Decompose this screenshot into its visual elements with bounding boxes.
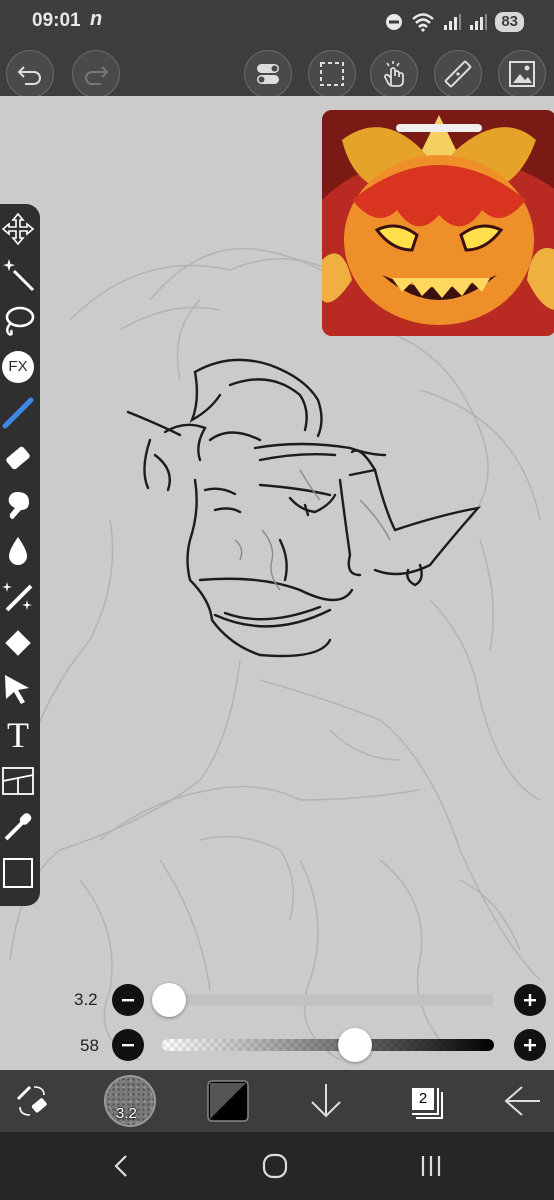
do-not-disturb-icon — [386, 14, 403, 30]
system-recents-button[interactable] — [406, 1146, 456, 1186]
toggle-icon — [257, 64, 279, 84]
system-home-button[interactable] — [250, 1146, 300, 1186]
back-button[interactable] — [498, 1070, 546, 1132]
color-picker-button[interactable] — [204, 1070, 252, 1132]
tool-panel: FX T — [0, 204, 40, 906]
brush-opacity-value: 58 — [80, 1036, 99, 1055]
opacity-decrease-button[interactable] — [112, 1029, 144, 1061]
brush-opacity-slider[interactable] — [162, 1039, 494, 1051]
layer-count: 2 — [412, 1088, 434, 1110]
layers-icon: 2 — [402, 1080, 444, 1122]
layers-button[interactable]: 2 — [398, 1070, 448, 1132]
tool-lasso[interactable] — [0, 302, 36, 340]
redo-button[interactable] — [72, 50, 120, 98]
selection-button[interactable] — [308, 50, 356, 98]
bottom-toolbar: 3.2 2 — [0, 1070, 554, 1132]
brush-size-knob[interactable] — [151, 983, 186, 1017]
brush-preview-icon: 3.2 — [104, 1075, 156, 1127]
battery-icon: 83 — [495, 12, 524, 32]
undo-button[interactable] — [6, 50, 54, 98]
status-bar: 09:01 n 83 — [0, 0, 554, 44]
smudge-icon — [8, 492, 29, 519]
brush-opacity-knob[interactable] — [337, 1028, 372, 1062]
magic-wand-icon — [3, 259, 35, 292]
arrow-down-icon — [311, 1084, 341, 1118]
brush-size-decrease-button[interactable] — [112, 984, 144, 1016]
special-brush-icon — [2, 582, 33, 612]
tool-frame-divider[interactable] — [0, 762, 36, 800]
lasso-icon — [5, 306, 35, 336]
brush-size-value: 3.2 — [74, 990, 98, 1009]
filter-label: FX — [8, 358, 28, 375]
tool-brush[interactable] — [0, 394, 36, 432]
canvas-icon — [3, 858, 33, 888]
tool-canvas[interactable] — [0, 854, 36, 892]
cursor-icon — [5, 675, 29, 704]
download-button[interactable] — [302, 1070, 350, 1132]
reference-window-handle[interactable] — [396, 124, 482, 132]
minus-icon — [122, 999, 134, 1002]
filter-icon: FX — [2, 351, 34, 383]
brush-size-slider[interactable] — [162, 994, 494, 1006]
chevron-left-icon — [114, 1155, 127, 1177]
system-back-button[interactable] — [96, 1146, 146, 1186]
reference-character-image — [322, 110, 554, 336]
move-icon — [1, 212, 35, 246]
frame-divider-icon — [2, 767, 34, 795]
plus-icon — [524, 994, 536, 1006]
plus-icon — [524, 1039, 536, 1051]
gesture-icon — [384, 61, 404, 87]
gesture-button[interactable] — [370, 50, 418, 98]
tool-smudge[interactable] — [0, 486, 36, 524]
system-navigation-bar — [0, 1132, 554, 1200]
eraser-icon — [6, 446, 30, 470]
home-circle-icon — [262, 1153, 288, 1179]
text-icon: T — [7, 715, 29, 755]
opacity-increase-button[interactable] — [514, 1029, 546, 1061]
tool-eraser[interactable] — [0, 440, 36, 478]
redo-icon — [85, 66, 109, 85]
fill-icon — [5, 630, 31, 656]
ruler-button[interactable] — [434, 50, 482, 98]
brush-size-indicator: 3.2 — [116, 1105, 137, 1122]
top-toolbar — [0, 44, 554, 98]
signal-icon — [470, 14, 488, 30]
image-icon — [509, 61, 535, 87]
minus-icon — [122, 1044, 134, 1047]
blur-icon — [9, 537, 27, 565]
app-notification-icon: n — [90, 8, 103, 30]
brush-eraser-swap-button[interactable] — [8, 1070, 56, 1132]
tool-select[interactable] — [0, 670, 36, 708]
recents-icon — [421, 1156, 441, 1176]
reference-image-button[interactable] — [498, 50, 546, 98]
drawing-canvas[interactable] — [0, 96, 554, 1070]
quick-access-button[interactable] — [244, 50, 292, 98]
color-swatch-icon — [207, 1080, 249, 1122]
tool-blur[interactable] — [0, 532, 36, 570]
reference-image-window[interactable] — [322, 110, 554, 336]
brush-settings-button[interactable]: 3.2 — [102, 1070, 158, 1132]
arrow-left-icon — [504, 1086, 540, 1116]
ruler-icon — [444, 60, 472, 88]
tool-fill[interactable] — [0, 624, 36, 662]
eyedropper-icon — [4, 813, 32, 841]
tool-eyedropper[interactable] — [0, 808, 36, 846]
brush-size-increase-button[interactable] — [514, 984, 546, 1016]
status-time: 09:01 — [32, 10, 81, 31]
signal-icon — [444, 14, 462, 30]
tool-text[interactable]: T — [0, 716, 36, 754]
brush-icon — [2, 397, 34, 429]
wifi-icon — [412, 13, 435, 32]
tool-move[interactable] — [0, 210, 36, 248]
status-icons: 83 — [385, 9, 524, 35]
brush-eraser-swap-icon — [16, 1085, 47, 1116]
tool-magic-wand[interactable] — [0, 256, 36, 294]
selection-icon — [320, 62, 344, 86]
tool-special-brush[interactable] — [0, 578, 36, 616]
tool-filter[interactable]: FX — [0, 348, 36, 386]
undo-icon — [17, 66, 41, 85]
